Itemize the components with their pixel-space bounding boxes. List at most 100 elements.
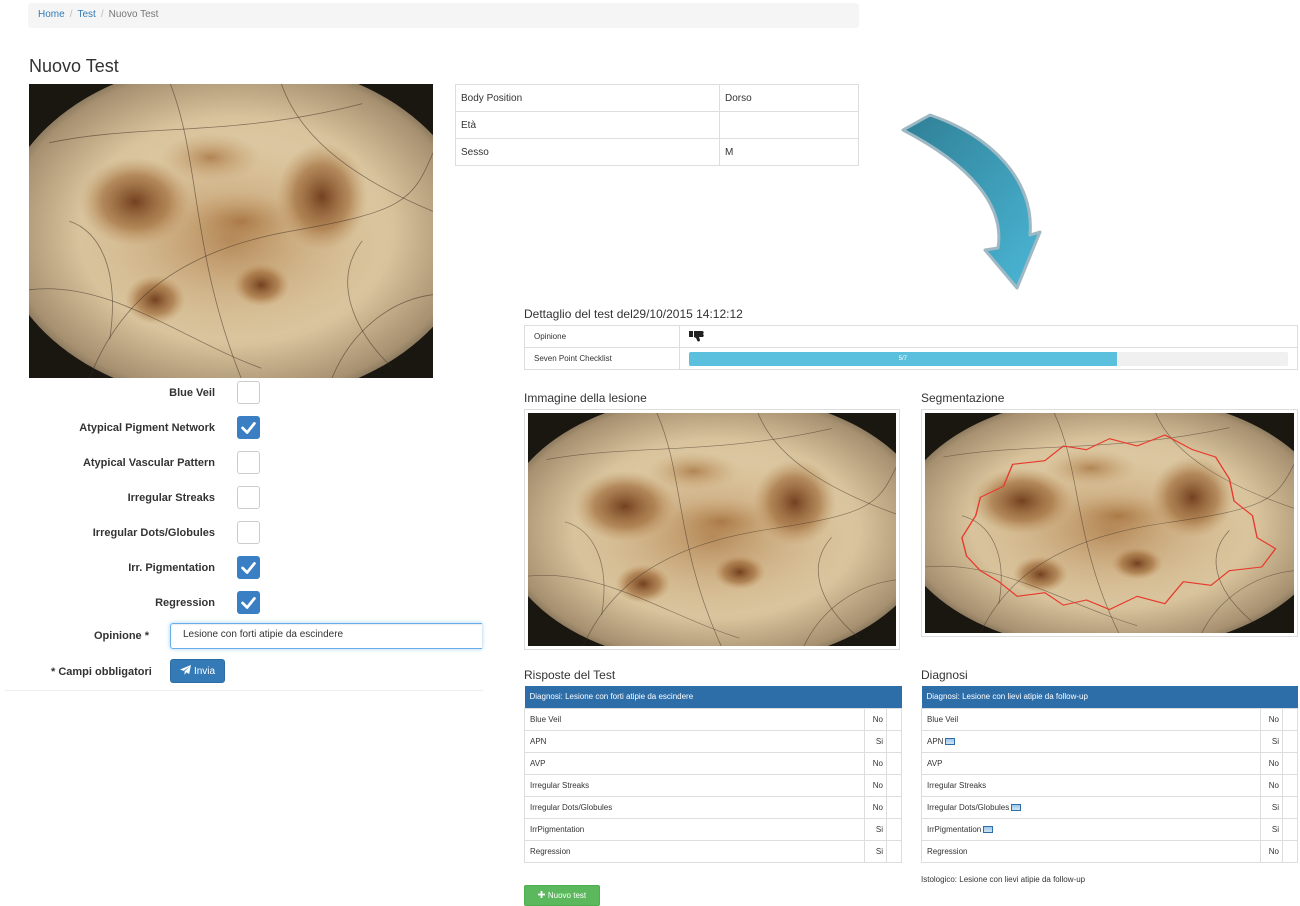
thumbs-down-icon <box>689 330 705 344</box>
diagnosis-label: Irregular Streaks <box>927 780 987 790</box>
irregular-dots-globules-checkbox[interactable] <box>237 521 260 544</box>
answers-header: Diagnosi: Lesione con forti atipie da es… <box>524 686 902 708</box>
table-row: Seven Point Checklist 5/7 <box>524 347 1298 370</box>
irregular-streaks-checkbox[interactable] <box>237 486 260 509</box>
checklist-label: Irregular Streaks <box>127 492 215 504</box>
atypical-pigment-network-checkbox[interactable] <box>237 416 260 439</box>
checklist-label: Regression <box>155 597 215 609</box>
diagnosis-label: Regression <box>927 846 968 856</box>
spacer-cell <box>1282 839 1298 863</box>
blue-veil-checkbox[interactable] <box>237 381 260 404</box>
submit-label: Invia <box>193 665 216 677</box>
table-row: Sesso M <box>455 138 859 166</box>
spacer-cell <box>886 795 902 819</box>
checklist-row-atypical-pigment-network: Atypical Pigment Network <box>30 416 260 442</box>
answer-label: AVP <box>524 751 865 775</box>
spacer-cell <box>1282 751 1298 775</box>
breadcrumb-test-link[interactable]: Test <box>77 9 95 20</box>
diagnosis-value: No <box>1260 707 1283 731</box>
answer-label: APN <box>524 729 865 753</box>
table-row: Irregular Dots/Globules No <box>524 795 902 819</box>
breadcrumb-separator: / <box>100 9 104 20</box>
diagnosis-label-cell: APN <box>921 729 1261 753</box>
answer-label: Irregular Streaks <box>524 773 865 797</box>
lesion-image-title: Immagine della lesione <box>524 391 647 405</box>
table-row: AVP No <box>524 751 902 775</box>
check-icon <box>241 597 256 609</box>
table-row: Opinione <box>524 325 1298 348</box>
segmentation-title: Segmentazione <box>921 391 1005 405</box>
table-row: Regression No <box>921 839 1298 863</box>
spacer-cell <box>886 707 902 731</box>
opinion-label: Opinione * <box>94 630 149 642</box>
checklist-row-label: Seven Point Checklist <box>524 347 680 370</box>
diagnosis-value: No <box>1260 839 1283 863</box>
info-label: Età <box>455 111 720 139</box>
checklist-row-value: 5/7 <box>679 347 1298 370</box>
detail-title: Dettaglio del test del29/10/2015 14:12:1… <box>524 307 743 321</box>
progress-bar: 5/7 <box>689 351 1117 366</box>
breadcrumb: Home / Test / Nuovo Test <box>28 3 859 28</box>
checklist-label: Atypical Pigment Network <box>79 422 215 434</box>
info-value <box>719 111 859 139</box>
curved-arrow-icon <box>895 110 1055 290</box>
checklist-row-irr-pigmentation: Irr. Pigmentation <box>30 556 260 582</box>
diagnosis-label-cell: Blue Veil <box>921 707 1261 731</box>
answer-value: No <box>864 795 887 819</box>
diagnosis-value: Si <box>1260 795 1283 819</box>
info-value: M <box>719 138 859 166</box>
table-row: Irregular Streaks No <box>524 773 902 797</box>
checklist-row-irregular-streaks: Irregular Streaks <box>30 486 260 512</box>
checklist-label: Irregular Dots/Globules <box>92 527 215 539</box>
answer-value: Si <box>864 839 887 863</box>
diagnosis-value: No <box>1260 751 1283 775</box>
picture-icon[interactable] <box>945 737 956 745</box>
spacer-cell <box>1282 795 1298 819</box>
opinion-input[interactable]: Lesione con forti atipie da escindere <box>170 623 482 649</box>
table-row: Blue Veil No <box>524 707 902 731</box>
segmentation-image-frame <box>921 409 1298 637</box>
diagnosis-value: Si <box>1260 817 1283 841</box>
submit-button[interactable]: Invia <box>170 659 225 683</box>
table-row: Irregular Dots/Globules Si <box>921 795 1298 819</box>
table-row: AVP No <box>921 751 1298 775</box>
diagnosis-table: Diagnosi: Lesione con lievi atipie da fo… <box>921 686 1298 863</box>
segmentation-image <box>925 413 1294 633</box>
diagnosis-value: Si <box>1260 729 1283 753</box>
spacer-cell <box>886 839 902 863</box>
picture-icon[interactable] <box>1011 803 1022 811</box>
regression-checkbox[interactable] <box>237 591 260 614</box>
answer-value: Si <box>864 817 887 841</box>
info-label: Body Position <box>455 84 720 112</box>
paper-plane-icon <box>179 664 191 678</box>
detail-table: Opinione Seven Point Checklist 5/7 <box>524 325 1298 370</box>
irr-pigmentation-checkbox[interactable] <box>237 556 260 579</box>
picture-icon[interactable] <box>983 825 994 833</box>
patient-info-table: Body Position Dorso Età Sesso M <box>455 84 859 166</box>
spacer-cell <box>1282 773 1298 797</box>
new-test-button[interactable]: Nuovo test <box>524 885 600 906</box>
table-row: IrrPigmentation Si <box>921 817 1298 841</box>
check-icon <box>241 562 256 574</box>
opinion-row-value <box>679 325 1298 348</box>
table-row: Irregular Streaks No <box>921 773 1298 797</box>
atypical-vascular-pattern-checkbox[interactable] <box>237 451 260 474</box>
checklist-label: Irr. Pigmentation <box>128 562 215 574</box>
diagnosis-title: Diagnosi <box>921 668 968 682</box>
breadcrumb-separator: / <box>69 9 73 20</box>
checklist-label: Atypical Vascular Pattern <box>82 457 215 469</box>
opinion-row-label: Opinione <box>524 325 680 348</box>
checklist-row-atypical-vascular-pattern: Atypical Vascular Pattern <box>30 451 260 477</box>
diagnosis-label: IrrPigmentation <box>927 824 982 834</box>
checklist-row-irregular-dots-globules: Irregular Dots/Globules <box>30 521 260 547</box>
table-row: Body Position Dorso <box>455 84 859 112</box>
check-icon <box>241 422 256 434</box>
answers-table: Diagnosi: Lesione con forti atipie da es… <box>524 686 902 863</box>
page-title: Nuovo Test <box>29 56 119 76</box>
spacer-cell <box>886 729 902 753</box>
required-fields-note: * Campi obbligatori <box>51 666 152 678</box>
table-row: Blue Veil No <box>921 707 1298 731</box>
breadcrumb-home-link[interactable]: Home <box>38 9 65 20</box>
diagnosis-label-cell: Irregular Streaks <box>921 773 1261 797</box>
answer-value: No <box>864 751 887 775</box>
